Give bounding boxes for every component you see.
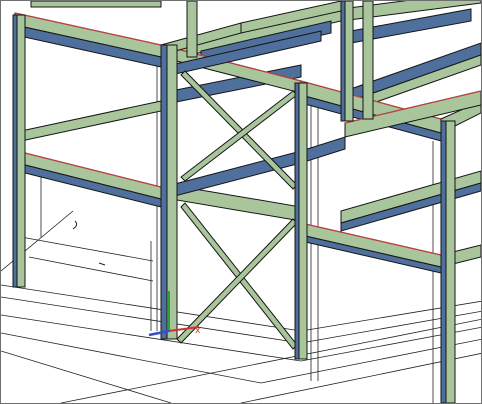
model-viewport[interactable]: x [0, 0, 482, 404]
middle-beams [16, 90, 481, 274]
svg-text:x: x [195, 326, 201, 336]
grid-markers [72, 220, 106, 266]
